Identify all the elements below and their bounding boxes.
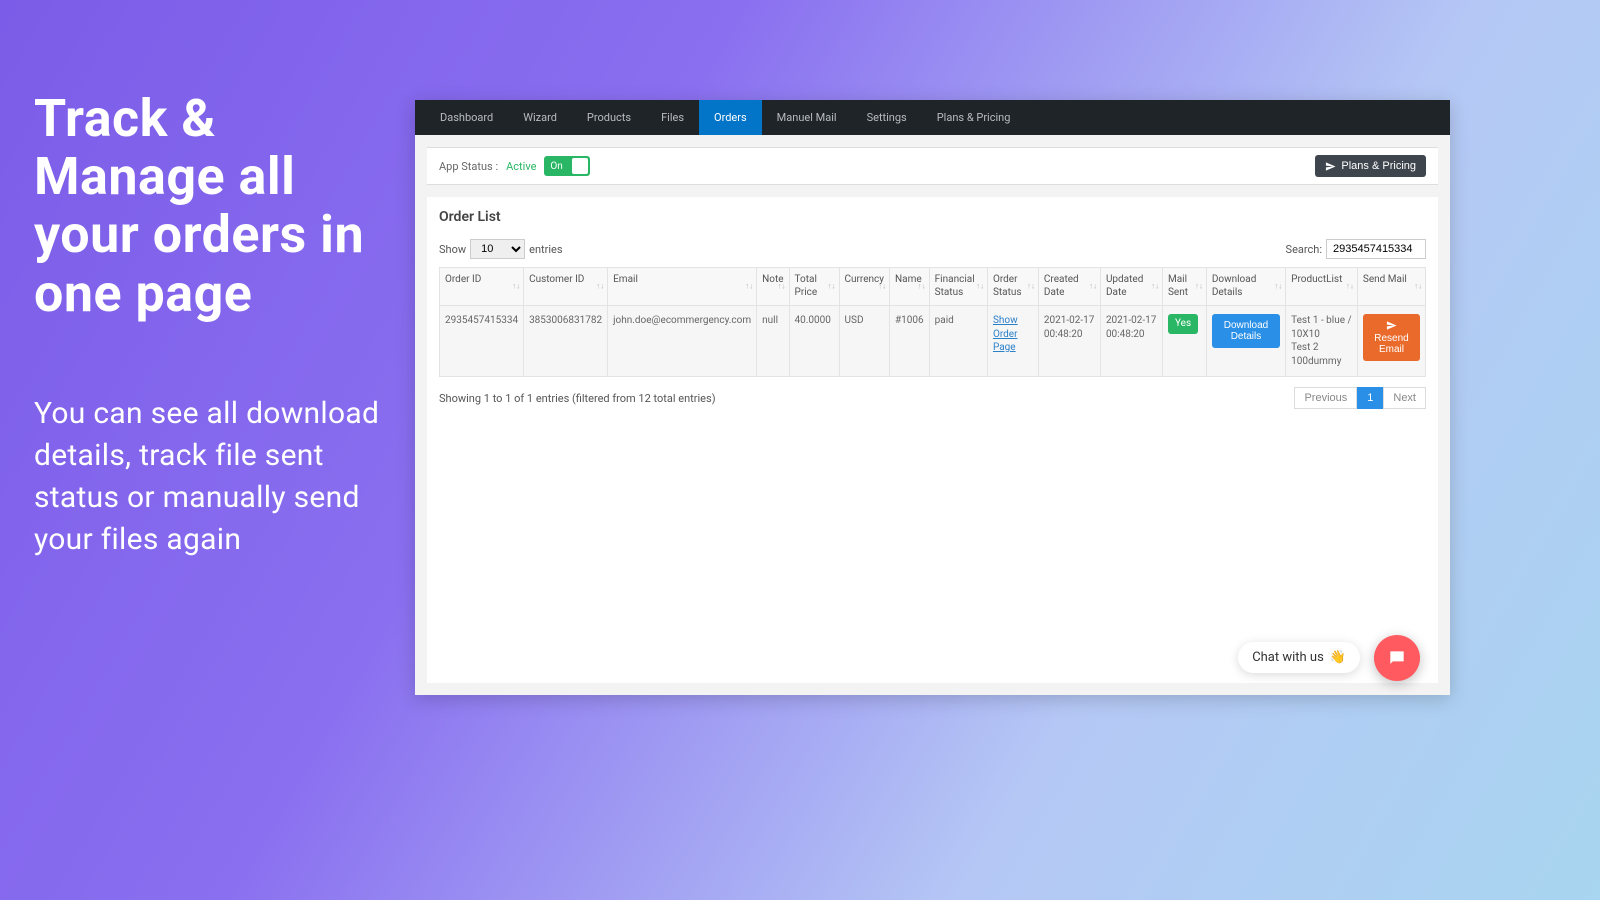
cell-note: null	[757, 306, 789, 377]
cell-currency: USD	[839, 306, 890, 377]
col-financial-status[interactable]: Financial Status↑↓	[929, 268, 987, 306]
search-input[interactable]	[1326, 239, 1426, 259]
paper-plane-icon	[1325, 161, 1336, 172]
col-product-list[interactable]: ProductList↑↓	[1286, 268, 1358, 306]
sort-icon: ↑↓	[1089, 284, 1097, 289]
order-list-card: Order List Show 10 entries Search: Order…	[427, 197, 1438, 683]
search-label: Search:	[1286, 243, 1322, 256]
cell-created-date: 2021-02-17 00:48:20	[1038, 306, 1100, 377]
resend-email-button[interactable]: Resend Email	[1363, 314, 1420, 361]
app-status-label: App Status :	[439, 160, 498, 173]
page-1-button[interactable]: 1	[1357, 387, 1383, 409]
col-note[interactable]: Note↑↓	[757, 268, 789, 306]
col-order-id[interactable]: Order ID↑↓	[440, 268, 524, 306]
cell-order-status: Show Order Page	[987, 306, 1038, 377]
sort-icon: ↑↓	[1151, 284, 1159, 289]
chat-fab-button[interactable]	[1374, 635, 1420, 681]
cell-product-list: Test 1 - blue / 10X10 Test 2 100dummy	[1286, 306, 1358, 377]
card-title: Order List	[439, 209, 1426, 225]
nav-plans-pricing[interactable]: Plans & Pricing	[922, 100, 1026, 135]
entries-select[interactable]: 10	[470, 239, 525, 259]
next-button[interactable]: Next	[1383, 387, 1426, 409]
sort-icon: ↑↓	[976, 284, 984, 289]
nav-orders[interactable]: Orders	[699, 100, 762, 135]
sort-icon: ↑↓	[918, 284, 926, 289]
cell-total-price: 40.0000	[789, 306, 839, 377]
sort-icon: ↑↓	[878, 284, 886, 289]
table-row: 2935457415334 3853006831782 john.doe@eco…	[440, 306, 1426, 377]
cell-mail-sent: Yes	[1162, 306, 1206, 377]
nav-wizard[interactable]: Wizard	[508, 100, 572, 135]
table-controls: Show 10 entries Search:	[439, 239, 1426, 259]
sort-icon: ↑↓	[745, 284, 753, 289]
col-name[interactable]: Name↑↓	[890, 268, 930, 306]
toggle-label: On	[550, 161, 562, 172]
chat-label: Chat with us	[1252, 650, 1324, 665]
sort-icon: ↑↓	[778, 284, 786, 289]
col-download-details[interactable]: Download Details↑↓	[1206, 268, 1285, 306]
sort-icon: ↑↓	[1414, 284, 1422, 289]
sort-icon: ↑↓	[1346, 284, 1354, 289]
col-send-mail[interactable]: Send Mail↑↓	[1357, 268, 1425, 306]
promo-sidebar: Track & Manage all your orders in one pa…	[0, 0, 415, 900]
promo-title: Track & Manage all your orders in one pa…	[34, 90, 391, 323]
download-details-button[interactable]: Download Details	[1212, 314, 1280, 348]
sort-icon: ↑↓	[1274, 284, 1282, 289]
app-status-value: Active	[506, 160, 536, 173]
col-customer-id[interactable]: Customer ID↑↓	[524, 268, 608, 306]
nav-settings[interactable]: Settings	[852, 100, 922, 135]
table-info: Showing 1 to 1 of 1 entries (filtered fr…	[439, 392, 716, 405]
prev-button[interactable]: Previous	[1294, 387, 1357, 409]
plans-pricing-button[interactable]: Plans & Pricing	[1315, 155, 1426, 177]
nav-manuel-mail[interactable]: Manuel Mail	[762, 100, 852, 135]
table-footer: Showing 1 to 1 of 1 entries (filtered fr…	[439, 387, 1426, 409]
col-updated-date[interactable]: Updated Date↑↓	[1100, 268, 1162, 306]
app-panel: Dashboard Wizard Products Files Orders M…	[415, 100, 1450, 695]
app-status-toggle[interactable]: On	[544, 156, 590, 176]
cell-customer-id: 3853006831782	[524, 306, 608, 377]
plans-pricing-label: Plans & Pricing	[1341, 160, 1416, 172]
sort-icon: ↑↓	[1195, 284, 1203, 289]
sort-icon: ↑↓	[512, 284, 520, 289]
cell-email: john.doe@ecommergency.com	[608, 306, 757, 377]
cell-name: #1006	[890, 306, 930, 377]
show-suffix: entries	[529, 243, 562, 256]
sort-icon: ↑↓	[828, 284, 836, 289]
nav-files[interactable]: Files	[646, 100, 699, 135]
cell-order-id: 2935457415334	[440, 306, 524, 377]
chat-bubble-icon	[1387, 648, 1407, 668]
orders-table: Order ID↑↓ Customer ID↑↓ Email↑↓ Note↑↓ …	[439, 267, 1426, 377]
col-total-price[interactable]: Total Price↑↓	[789, 268, 839, 306]
pagination: Previous 1 Next	[1294, 387, 1426, 409]
cell-send-mail: Resend Email	[1357, 306, 1425, 377]
show-prefix: Show	[439, 243, 466, 256]
wave-emoji-icon: 👋	[1330, 650, 1346, 665]
nav-products[interactable]: Products	[572, 100, 646, 135]
col-mail-sent[interactable]: Mail Sent↑↓	[1162, 268, 1206, 306]
sort-icon: ↑↓	[1027, 284, 1035, 289]
cell-updated-date: 2021-02-17 00:48:20	[1100, 306, 1162, 377]
cell-financial-status: paid	[929, 306, 987, 377]
nav-dashboard[interactable]: Dashboard	[425, 100, 508, 135]
show-order-page-link[interactable]: Show Order Page	[993, 315, 1018, 353]
promo-subtitle: You can see all download details, track …	[34, 393, 391, 561]
col-currency[interactable]: Currency↑↓	[839, 268, 890, 306]
status-bar: App Status : Active On Plans & Pricing	[427, 147, 1438, 185]
col-created-date[interactable]: Created Date↑↓	[1038, 268, 1100, 306]
chat-with-us-pill[interactable]: Chat with us 👋	[1238, 642, 1360, 673]
mail-sent-badge: Yes	[1168, 314, 1198, 334]
paper-plane-icon	[1386, 320, 1397, 331]
col-email[interactable]: Email↑↓	[608, 268, 757, 306]
col-order-status[interactable]: Order Status↑↓	[987, 268, 1038, 306]
resend-email-label: Resend Email	[1371, 333, 1412, 355]
sort-icon: ↑↓	[596, 284, 604, 289]
cell-download: Download Details	[1206, 306, 1285, 377]
top-nav: Dashboard Wizard Products Files Orders M…	[415, 100, 1450, 135]
